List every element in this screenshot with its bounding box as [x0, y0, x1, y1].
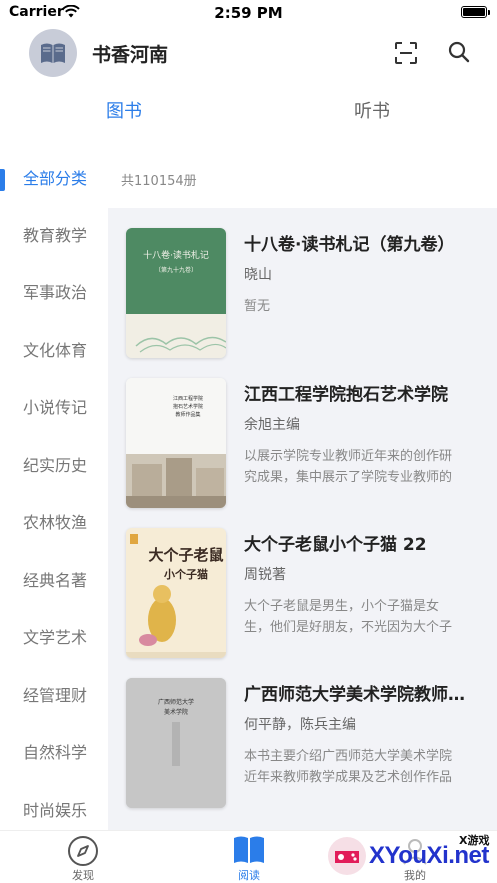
book-author: 晓山 — [244, 267, 272, 283]
sidebar-item-label: 经管理财 — [23, 686, 88, 705]
scan-icon[interactable] — [394, 41, 418, 65]
app-title: 书香河南 — [92, 44, 169, 66]
book-cover: 广西师范大学 美术学院 — [126, 678, 226, 808]
book-title: 大个子老鼠小个子猫 22 — [244, 535, 427, 555]
sidebar-item-military[interactable]: 军事政治 — [0, 273, 108, 313]
cover-title: 十八卷·读书札记 — [143, 249, 209, 261]
cover-title: 大个子老鼠 — [148, 546, 223, 564]
battery-icon — [461, 6, 490, 18]
book-description: 暂无 — [244, 299, 271, 314]
book-title: 十八卷·读书札记（第九卷） — [244, 235, 455, 255]
book-author: 何平静，陈兵主编 — [244, 717, 356, 733]
book-description: 大个子老鼠是男生，小个子猫是女 生，他们是好朋友，不光因为大个子 — [244, 599, 453, 635]
active-indicator — [0, 169, 5, 191]
sidebar-item-history[interactable]: 纪实历史 — [0, 446, 108, 486]
sidebar-item-label: 经典名著 — [23, 571, 88, 590]
watermark-text: XYouXi.net — [369, 842, 489, 869]
book-cover: 十八卷·读书札记 〔第九十九卷〕 — [126, 228, 226, 358]
sidebar-item-finance[interactable]: 经管理财 — [0, 676, 108, 716]
sidebar-item-classics[interactable]: 经典名著 — [0, 561, 108, 601]
nav-label: 发现 — [72, 869, 94, 882]
book-title: 江西工程学院抱石艺术学院 — [244, 385, 448, 405]
sidebar-item-label: 时尚娱乐 — [23, 801, 88, 820]
sidebar-item-label: 小说传记 — [23, 398, 88, 417]
status-time: 2:59 PM — [214, 4, 283, 22]
book-description: 本书主要介绍广西师范大学美术学院 近年来教师教学成果及艺术创作作品 — [244, 749, 453, 785]
tab-audiobooks[interactable]: 听书 — [248, 96, 496, 128]
book-count: 共110154册 — [121, 174, 197, 189]
sidebar-item-education[interactable]: 教育教学 — [0, 216, 108, 256]
list-item[interactable]: 十八卷·读书札记 〔第九十九卷〕 十八卷·读书札记（第九卷） 晓山 暂无 — [108, 208, 497, 358]
compass-icon — [68, 836, 98, 866]
book-author: 余旭主编 — [244, 417, 300, 433]
sidebar-item-label: 全部分类 — [23, 169, 88, 188]
book-list: 十八卷·读书札记 〔第九十九卷〕 十八卷·读书札记（第九卷） 晓山 暂无 江西工… — [108, 208, 497, 830]
cover-subtitle: 教师作品集 — [175, 411, 200, 418]
book-author: 周锐著 — [244, 567, 286, 583]
search-icon[interactable] — [447, 40, 471, 64]
list-item[interactable]: 大个子老鼠 小个子猫 大个子老鼠小个子猫 22 周锐著 大个子老鼠是男生，小个子… — [108, 508, 497, 658]
sidebar-item-label: 教育教学 — [23, 226, 88, 245]
sidebar-item-label: 纪实历史 — [23, 456, 88, 475]
cover-title: 广西师范大学 — [158, 698, 194, 706]
sidebar-item-arts[interactable]: 文学艺术 — [0, 618, 108, 658]
sidebar-item-all[interactable]: 全部分类 — [0, 159, 108, 199]
sidebar-item-label: 军事政治 — [23, 283, 88, 302]
gamepad-icon — [328, 837, 366, 875]
sidebar-item-label: 文化体育 — [23, 341, 88, 360]
book-title: 广西师范大学美术学院教师作品集 — [244, 685, 470, 705]
book-open-icon — [234, 836, 264, 863]
list-item[interactable]: 江西工程学院 抱石艺术学院 教师作品集 江西工程学院抱石艺术学院 余旭主编 以展… — [108, 358, 497, 508]
book-cover: 江西工程学院 抱石艺术学院 教师作品集 — [126, 378, 226, 508]
book-cover: 大个子老鼠 小个子猫 — [126, 528, 226, 658]
site-watermark: X游戏 XYouXi.net — [323, 826, 497, 883]
cover-subtitle: 〔第九十九卷〕 — [155, 266, 197, 274]
cover-title: 小个子猫 — [163, 567, 208, 581]
sidebar-item-agriculture[interactable]: 农林牧渔 — [0, 503, 108, 543]
content-tabs: 图书 听书 — [0, 96, 497, 136]
cover-title: 抱石艺术学院 — [173, 403, 203, 410]
sidebar-item-fiction[interactable]: 小说传记 — [0, 388, 108, 428]
avatar[interactable] — [29, 29, 77, 77]
book-description: 以展示学院专业教师近年来的创作研 究成果，集中展示了学院专业教师的 — [244, 449, 453, 485]
sidebar-item-fashion[interactable]: 时尚娱乐 — [0, 791, 108, 831]
category-sidebar: 全部分类 教育教学 军事政治 文化体育 小说传记 纪实历史 农林牧渔 经典名著 … — [0, 150, 108, 830]
sidebar-item-culture[interactable]: 文化体育 — [0, 331, 108, 371]
nav-label: 阅读 — [238, 869, 260, 882]
cover-title: 江西工程学院 — [173, 395, 203, 402]
sidebar-item-label: 自然科学 — [23, 743, 88, 762]
sidebar-item-science[interactable]: 自然科学 — [0, 733, 108, 773]
status-bar: Carrier 2:59 PM — [0, 0, 497, 26]
sidebar-item-label: 农林牧渔 — [23, 513, 88, 532]
cover-subtitle: 美术学院 — [164, 708, 188, 716]
app-header: 书香河南 — [0, 26, 497, 86]
sidebar-item-label: 文学艺术 — [23, 628, 88, 647]
book-icon — [41, 43, 65, 63]
list-item[interactable]: 广西师范大学 美术学院 广西师范大学美术学院教师作品集 何平静，陈兵主编 本书主… — [108, 658, 497, 808]
tab-books[interactable]: 图书 — [0, 96, 248, 128]
